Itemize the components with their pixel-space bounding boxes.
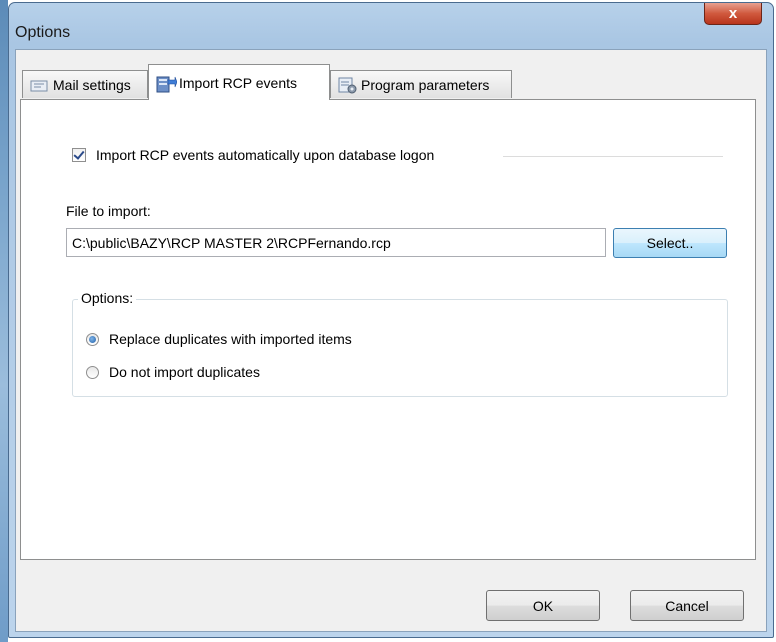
tab-label: Mail settings [53,76,131,93]
tab-label: Program parameters [361,76,490,93]
file-path-field[interactable]: C:\public\BAZY\RCP MASTER 2\RCPFernando.… [66,228,606,257]
desktop-background [0,0,8,642]
radio-label: Replace duplicates with imported items [109,331,352,347]
options-dialog: Options x Mail settings Import RCP event… [8,2,774,638]
import-events-icon [155,74,178,92]
tab-mail-settings[interactable]: Mail settings [22,70,148,98]
file-to-import-label: File to import: [66,203,151,219]
radio-do-not-import-duplicates[interactable]: Do not import duplicates [86,364,260,380]
select-file-button[interactable]: Select.. [613,228,727,258]
title-bar[interactable]: Options x [9,3,773,51]
close-button[interactable]: x [704,3,762,25]
radio-button-unselected[interactable] [86,365,99,379]
separator-line [503,156,723,157]
options-group-legend: Options: [78,290,137,306]
options-groupbox [72,299,728,397]
close-icon: x [728,5,738,22]
dialog-client-area: Mail settings Import RCP events Program … [15,49,767,632]
radio-replace-duplicates[interactable]: Replace duplicates with imported items [86,331,352,347]
ok-button[interactable]: OK [486,590,600,621]
auto-import-checkbox-row[interactable]: Import RCP events automatically upon dat… [72,147,434,163]
mail-settings-icon [29,76,49,94]
auto-import-label: Import RCP events automatically upon dat… [96,147,435,163]
radio-button-selected[interactable] [86,332,99,346]
program-parameters-icon [337,76,357,94]
auto-import-checkbox[interactable] [72,148,86,162]
cancel-button[interactable]: Cancel [630,590,744,621]
radio-label: Do not import duplicates [109,364,260,380]
file-path-value: C:\public\BAZY\RCP MASTER 2\RCPFernando.… [72,234,391,251]
window-title: Options [15,24,71,41]
tab-import-rcp-events[interactable]: Import RCP events [148,64,330,100]
tab-program-parameters[interactable]: Program parameters [330,70,512,98]
tab-label: Import RCP events [179,74,298,91]
